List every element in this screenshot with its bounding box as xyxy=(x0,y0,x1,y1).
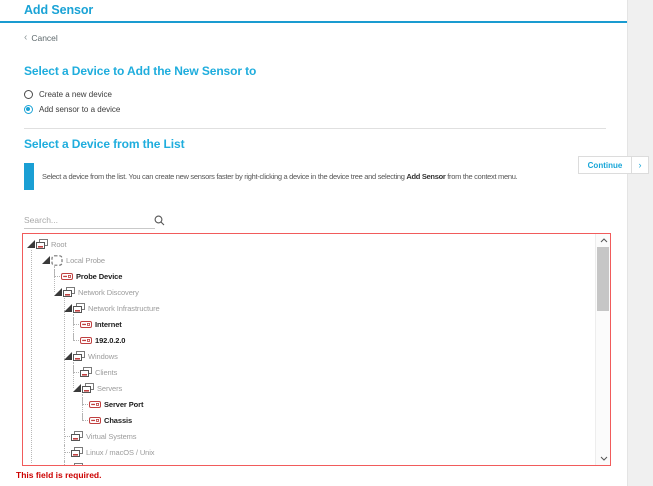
info-text-bold: Add Sensor xyxy=(406,172,446,181)
group-icon xyxy=(63,286,75,298)
tree-item-label: Root xyxy=(51,239,67,249)
elbow-connector-icon xyxy=(64,461,70,465)
device-icon xyxy=(80,335,92,346)
elbow-connector-icon xyxy=(73,365,79,373)
tree-item[interactable]: Printers xyxy=(23,460,595,465)
scroll-down-icon[interactable] xyxy=(596,452,611,465)
required-message: This field is required. xyxy=(16,470,102,480)
tree-item-label: Network Discovery xyxy=(78,287,139,297)
scroll-up-icon[interactable] xyxy=(596,234,611,247)
radio-create-new-device[interactable]: Create a new device xyxy=(24,88,112,101)
tree-item-label: Chassis xyxy=(104,415,133,425)
tree-item-label: Internet xyxy=(95,319,122,329)
title-rule xyxy=(0,21,627,23)
elbow-connector-icon xyxy=(54,269,60,277)
elbow-connector-icon xyxy=(73,333,79,341)
tree-item[interactable]: Virtual Systems xyxy=(23,428,595,444)
device-section-heading: Select a Device to Add the New Sensor to xyxy=(24,64,257,78)
device-icon xyxy=(80,319,92,330)
device-tree-box: Root Local Probe Probe Device Network Disco… xyxy=(22,233,611,466)
group-icon xyxy=(71,462,83,465)
device-icon xyxy=(89,399,101,410)
radio-label: Add sensor to a device xyxy=(39,105,121,114)
tree-item[interactable]: Windows xyxy=(23,348,595,364)
elbow-connector-icon xyxy=(82,397,88,405)
cancel-link[interactable]: ‹ Cancel xyxy=(24,32,58,44)
search-wrap xyxy=(24,210,172,231)
radio-selected-icon xyxy=(24,105,33,114)
tree-item-label: Printers xyxy=(86,464,111,466)
expand-triangle-icon[interactable] xyxy=(42,256,50,264)
chevron-left-icon: ‹ xyxy=(24,32,28,43)
tree-item[interactable]: Linux / macOS / Unix xyxy=(23,444,595,460)
expand-triangle-icon[interactable] xyxy=(27,240,35,248)
tree-item[interactable]: 192.0.2.0 xyxy=(23,332,595,348)
right-gutter xyxy=(627,0,653,486)
continue-button[interactable]: Continue xyxy=(578,156,631,174)
next-arrow-button[interactable]: › xyxy=(631,156,649,174)
elbow-connector-icon xyxy=(73,317,79,325)
device-icon xyxy=(61,271,73,282)
tree-item[interactable]: Chassis xyxy=(23,412,595,428)
tree-item[interactable]: Network Discovery xyxy=(23,284,595,300)
tree-item[interactable]: Servers xyxy=(23,380,595,396)
tree-item-label: Network Infrastructure xyxy=(88,303,160,313)
radio-add-sensor-to-device[interactable]: Add sensor to a device xyxy=(24,103,120,116)
group-icon xyxy=(73,350,85,362)
elbow-connector-icon xyxy=(82,413,88,421)
group-icon xyxy=(82,382,94,394)
expand-triangle-icon[interactable] xyxy=(64,352,72,360)
tree-item-label: Servers xyxy=(97,383,123,393)
radio-label: Create a new device xyxy=(39,90,112,99)
tree-item[interactable]: Internet xyxy=(23,316,595,332)
expand-triangle-icon[interactable] xyxy=(73,384,81,392)
list-section-heading: Select a Device from the List xyxy=(24,137,185,151)
expand-triangle-icon[interactable] xyxy=(64,304,72,312)
tree-scrollbar[interactable] xyxy=(595,234,610,465)
tree-item-label: 192.0.2.0 xyxy=(95,335,126,345)
add-sensor-page: Add Sensor ‹ Cancel Select a Device to A… xyxy=(0,0,653,486)
tree-item[interactable]: Clients xyxy=(23,364,595,380)
device-tree-rows: Root Local Probe Probe Device Network Disco… xyxy=(23,234,595,465)
page-title: Add Sensor xyxy=(24,3,94,17)
probe-icon xyxy=(51,254,63,266)
tree-item[interactable]: Local Probe xyxy=(23,252,595,268)
cancel-label: Cancel xyxy=(31,33,58,43)
group-icon xyxy=(71,446,83,458)
tree-item-label: Server Port xyxy=(104,399,144,409)
radio-unselected-icon xyxy=(24,90,33,99)
scrollbar-thumb[interactable] xyxy=(597,247,609,311)
group-icon xyxy=(36,238,48,250)
tree-item-label: Clients xyxy=(95,367,118,377)
tree-item-label: Probe Device xyxy=(76,271,123,281)
elbow-connector-icon xyxy=(64,429,70,437)
tree-item-label: Linux / macOS / Unix xyxy=(86,447,155,457)
section-divider xyxy=(24,128,606,129)
tree-item[interactable]: Root xyxy=(23,236,595,252)
group-icon xyxy=(71,430,83,442)
group-icon xyxy=(73,302,85,314)
expand-triangle-icon[interactable] xyxy=(54,288,62,296)
tree-item[interactable]: Probe Device xyxy=(23,268,595,284)
tree-item-label: Windows xyxy=(88,351,118,361)
search-input[interactable] xyxy=(24,212,155,229)
search-icon[interactable] xyxy=(154,213,165,231)
tree-item-label: Local Probe xyxy=(66,255,105,265)
tree-item-label: Virtual Systems xyxy=(86,431,137,441)
continue-button-group: Continue › xyxy=(578,156,649,174)
group-icon xyxy=(80,366,92,378)
device-icon xyxy=(89,415,101,426)
info-text: Select a device from the list. You can c… xyxy=(42,172,518,181)
tree-item[interactable]: Server Port xyxy=(23,396,595,412)
tree-item[interactable]: Network Infrastructure xyxy=(23,300,595,316)
elbow-connector-icon xyxy=(64,445,70,453)
info-accent-bar xyxy=(24,163,34,190)
